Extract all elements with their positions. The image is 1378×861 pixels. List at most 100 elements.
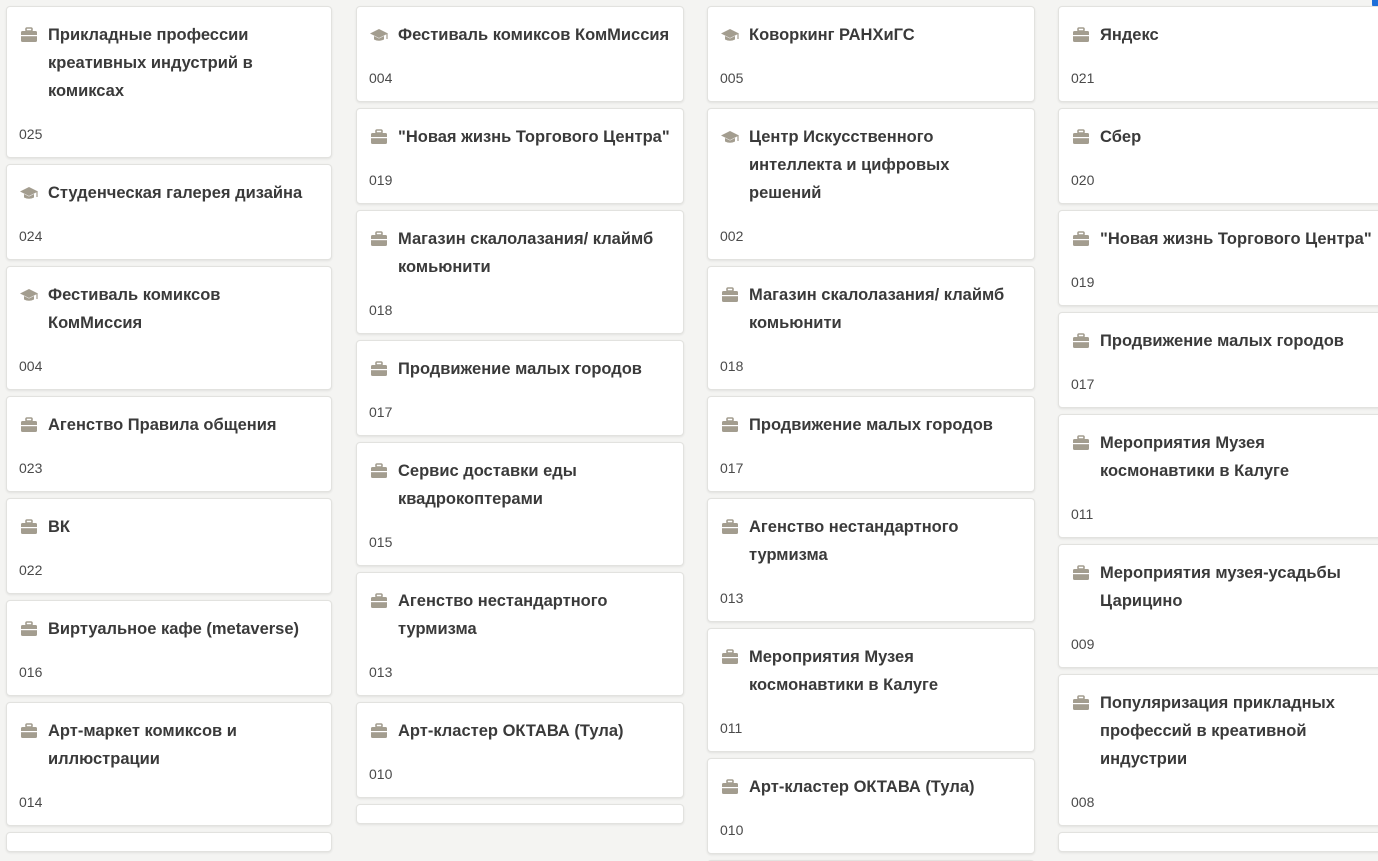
card-code: 020 (1071, 172, 1095, 188)
card-title-row: Прикладные профессии креативных индустри… (19, 24, 319, 105)
card-title-row: Виртуальное кафе (metaverse) (19, 618, 319, 643)
card-title: Центр Искусственного интеллекта и цифров… (749, 128, 950, 202)
briefcase-icon (1071, 435, 1091, 455)
project-card[interactable]: Продвижение малых городов 017 (707, 396, 1035, 492)
card-title-row: Продвижение малых городов (1071, 330, 1375, 355)
project-card[interactable]: Яндекс 021 (1058, 6, 1378, 102)
column-4: Яндекс 021 Сбер 020 "Новая жизнь Торгового… (1058, 6, 1378, 858)
card-title-row: Магазин скалолазания/ клаймб комьюнити (369, 228, 671, 281)
project-card[interactable]: Агенство Правила общения 023 (6, 396, 332, 492)
card-title: Продвижение малых городов (1100, 332, 1344, 350)
card-title: Мероприятия Музея космонавтики в Калуге (749, 648, 939, 694)
card-title: Фестиваль комиксов КомМиссия (398, 26, 670, 44)
project-card[interactable]: Фестиваль комиксов КомМиссия 004 (356, 6, 684, 102)
briefcase-icon (720, 649, 740, 669)
project-card[interactable]: Сбер 020 (1058, 108, 1378, 204)
project-card[interactable]: Магазин скалолазания/ клаймб комьюнити 01… (356, 210, 684, 334)
card-title-row: Центр Искусственного интеллекта и цифров… (720, 126, 1022, 207)
card-title-row: Агенство нестандартного турмизма (369, 590, 671, 643)
card-title-row: Сбер (1071, 126, 1375, 151)
column-3: Коворкинг РАНХиГС 005 Центр Искусственног… (707, 6, 1035, 861)
project-card[interactable]: Магазин скалолазания/ клаймб комьюнити 01… (707, 266, 1035, 390)
card-code: 019 (369, 172, 393, 188)
card-title-row: Продвижение малых городов (369, 358, 671, 383)
card-code: 023 (19, 460, 43, 476)
project-card[interactable]: Фестиваль комиксов КомМиссия 004 (6, 266, 332, 390)
project-card[interactable]: Студенческая галерея дизайна 024 (6, 164, 332, 260)
project-card[interactable]: Арт-маркет комиксов и иллюстрации 014 (6, 702, 332, 826)
card-code: 018 (720, 358, 744, 374)
card-title-row: Мероприятия музея-усадьбы Царицино (1071, 562, 1375, 615)
project-card-partial[interactable] (1058, 832, 1378, 852)
card-code: 021 (1071, 70, 1095, 86)
card-code: 024 (19, 228, 43, 244)
briefcase-icon (720, 417, 740, 437)
card-title: Яндекс (1100, 26, 1159, 44)
card-title: Арт-кластер ОКТАВА (Тула) (398, 722, 624, 740)
kanban-board: Прикладные профессии креативных индустри… (0, 0, 1378, 861)
project-card[interactable]: Виртуальное кафе (metaverse) 016 (6, 600, 332, 696)
project-card[interactable]: Продвижение малых городов 017 (1058, 312, 1378, 408)
card-code: 016 (19, 664, 43, 680)
project-card[interactable]: Мероприятия музея-усадьбы Царицино 009 (1058, 544, 1378, 668)
card-title: Прикладные профессии креативных индустри… (48, 26, 253, 100)
card-title-row: Сервис доставки еды квадрокоптерами (369, 460, 671, 513)
briefcase-icon (369, 593, 389, 613)
card-title: Агенство Правила общения (48, 416, 277, 434)
card-title: Мероприятия Музея космонавтики в Калуге (1100, 434, 1290, 480)
project-card[interactable]: Прикладные профессии креативных индустри… (6, 6, 332, 158)
card-code: 017 (720, 460, 744, 476)
graduation-cap-icon (19, 185, 39, 205)
card-title-row: Фестиваль комиксов КомМиссия (369, 24, 671, 49)
card-code: 022 (19, 562, 43, 578)
card-title: Магазин скалолазания/ клаймб комьюнити (398, 230, 654, 276)
project-card[interactable]: Мероприятия Музея космонавтики в Калуге 0… (707, 628, 1035, 752)
card-title-row: Яндекс (1071, 24, 1375, 49)
card-title: Продвижение малых городов (749, 416, 993, 434)
briefcase-icon (369, 463, 389, 483)
card-code: 004 (369, 70, 393, 86)
card-code: 004 (19, 358, 43, 374)
card-title: Агенство нестандартного турмизма (398, 592, 608, 638)
graduation-cap-icon (19, 287, 39, 307)
project-card[interactable]: Сервис доставки еды квадрокоптерами 015 (356, 442, 684, 566)
card-title: Магазин скалолазания/ клаймб комьюнити (749, 286, 1005, 332)
project-card[interactable]: Агенство нестандартного турмизма 013 (707, 498, 1035, 622)
graduation-cap-icon (369, 27, 389, 47)
card-code: 019 (1071, 274, 1095, 290)
briefcase-icon (720, 287, 740, 307)
briefcase-icon (369, 723, 389, 743)
card-code: 025 (19, 126, 43, 142)
project-card[interactable]: "Новая жизнь Торгового Центра" 019 (356, 108, 684, 204)
column-1: Прикладные профессии креативных индустри… (6, 6, 332, 858)
briefcase-icon (1071, 129, 1091, 149)
project-card[interactable]: Продвижение малых городов 017 (356, 340, 684, 436)
card-title-row: Популяризация прикладных профессий в кре… (1071, 692, 1375, 773)
project-card[interactable]: Агенство нестандартного турмизма 013 (356, 572, 684, 696)
project-card[interactable]: Популяризация прикладных профессий в кре… (1058, 674, 1378, 826)
project-card[interactable]: ВК 022 (6, 498, 332, 594)
project-card[interactable]: Центр Искусственного интеллекта и цифров… (707, 108, 1035, 260)
card-title: Сервис доставки еды квадрокоптерами (398, 462, 577, 508)
project-card-partial[interactable] (356, 804, 684, 824)
briefcase-icon (19, 417, 39, 437)
project-card[interactable]: Коворкинг РАНХиГС 005 (707, 6, 1035, 102)
card-title: Агенство нестандартного турмизма (749, 518, 959, 564)
project-card-partial[interactable] (6, 832, 332, 852)
briefcase-icon (1071, 231, 1091, 251)
card-code: 008 (1071, 794, 1095, 810)
briefcase-icon (369, 129, 389, 149)
project-card[interactable]: Мероприятия Музея космонавтики в Калуге 0… (1058, 414, 1378, 538)
card-code: 010 (720, 822, 744, 838)
project-card[interactable]: Арт-кластер ОКТАВА (Тула) 010 (356, 702, 684, 798)
card-title-row: Агенство нестандартного турмизма (720, 516, 1022, 569)
card-title: Сбер (1100, 128, 1142, 146)
briefcase-icon (720, 779, 740, 799)
card-title-row: Фестиваль комиксов КомМиссия (19, 284, 319, 337)
project-card[interactable]: Арт-кластер ОКТАВА (Тула) 010 (707, 758, 1035, 854)
card-code: 011 (1071, 506, 1094, 522)
card-title-row: "Новая жизнь Торгового Центра" (1071, 228, 1375, 253)
card-code: 013 (369, 664, 393, 680)
project-card[interactable]: "Новая жизнь Торгового Центра" 019 (1058, 210, 1378, 306)
card-title: Мероприятия музея-усадьбы Царицино (1100, 564, 1341, 610)
